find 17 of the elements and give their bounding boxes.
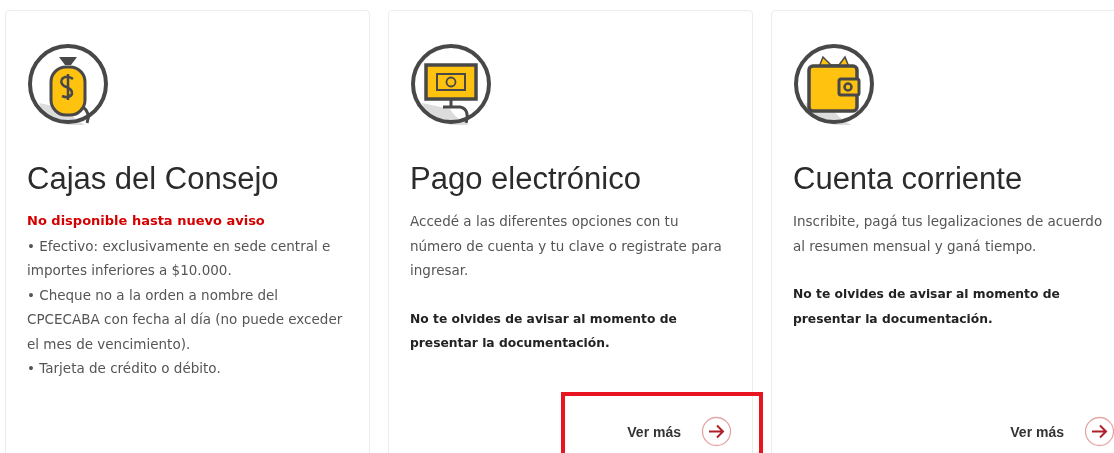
description-text: • Efectivo: exclusivamente en sede central e importes inferiores a $10.000. <box>27 236 332 280</box>
card-title: Pago electrónico <box>410 161 642 197</box>
card-title: Cuenta corriente <box>793 161 1024 197</box>
monitor-icon <box>410 43 492 125</box>
see-more-link[interactable]: Ver más <box>627 416 732 447</box>
description-text: Inscribite, pagá tus legalizaciones de acuerdo al resumen mensual y ganá tiempo. <box>793 212 1104 256</box>
arrow-icon <box>1084 416 1114 447</box>
see-more-link[interactable]: Ver más <box>1010 416 1114 447</box>
description-text: • Tarjeta de crédito o débito. <box>27 359 222 378</box>
description-text: Accedé a las diferentes opciones con tu número de cuenta y tu clave o registrate para ingresar. <box>410 212 723 280</box>
description-text: No te olvides de avisar al momento de presentar la documentación. <box>410 310 678 352</box>
description-text: • Cheque no a la orden a nombre del CPCECABA con fecha al día (no puede exceder el mes de vencimiento). <box>27 285 344 354</box>
notice-text: No disponible hasta nuevo aviso <box>27 212 266 230</box>
money-bag-icon <box>27 43 109 125</box>
description-text: No te olvides de avisar al momento de presentar la documentación. <box>793 286 1061 328</box>
card-title: Cajas del Consejo <box>27 161 280 197</box>
wallet-icon <box>793 43 875 125</box>
